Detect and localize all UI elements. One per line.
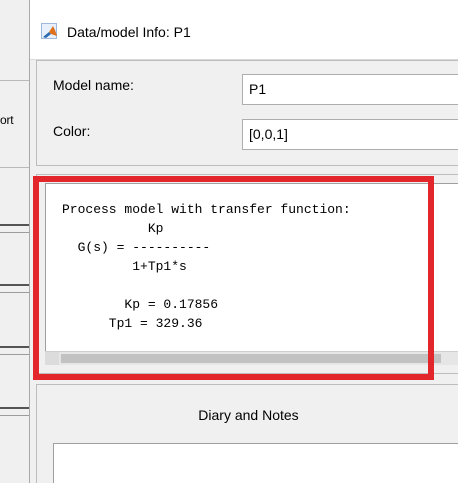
background-divider — [0, 224, 32, 226]
background-divider — [0, 346, 32, 348]
background-divider — [0, 354, 32, 355]
diary-panel: Diary and Notes — [36, 384, 458, 483]
horizontal-scrollbar[interactable] — [45, 351, 458, 365]
background-divider — [0, 415, 32, 416]
model-description-panel: Process model with transfer function: Kp… — [36, 174, 458, 374]
model-name-field[interactable]: P1 — [242, 74, 458, 105]
model-text-area[interactable]: Process model with transfer function: Kp… — [45, 183, 458, 365]
color-label: Color: — [53, 123, 91, 139]
scrollbar-thumb[interactable] — [61, 354, 441, 363]
window-title: Data/model Info: P1 — [67, 24, 191, 40]
background-divider — [0, 284, 32, 286]
diary-title: Diary and Notes — [198, 407, 299, 423]
model-info-dialog: Data/model Info: P1 Model name: P1 Color… — [29, 0, 458, 483]
color-field[interactable]: [0,0,1] — [242, 119, 458, 150]
background-divider — [0, 407, 32, 409]
model-name-label: Model name: — [53, 77, 134, 93]
background-tab-label: ort — [0, 113, 14, 127]
diary-notes-field[interactable] — [53, 443, 458, 483]
background-divider — [0, 292, 32, 293]
model-transfer-function-text: Process model with transfer function: Kp… — [62, 202, 351, 331]
title-bar[interactable]: Data/model Info: P1 — [30, 0, 458, 60]
model-info-panel: Model name: P1 Color: [0,0,1] — [36, 60, 458, 166]
scroll-left-arrow[interactable] — [45, 352, 59, 365]
background-divider — [0, 232, 32, 233]
matlab-icon — [41, 23, 57, 39]
